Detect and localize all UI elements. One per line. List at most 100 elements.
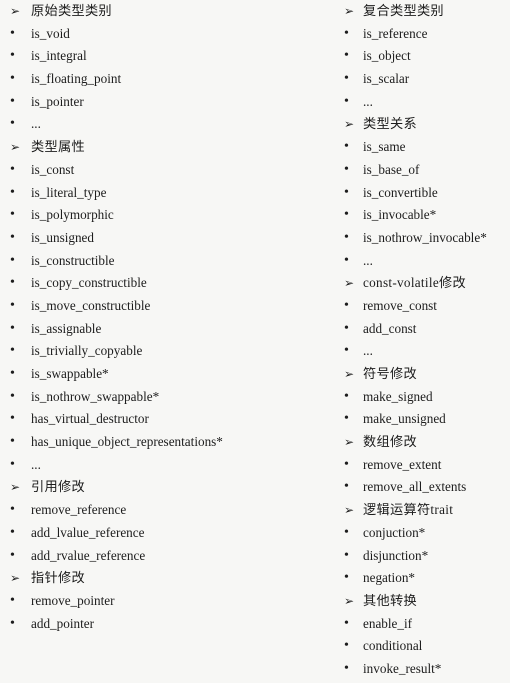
list-item-label: is_convertible bbox=[363, 184, 438, 200]
bullet-icon: • bbox=[10, 93, 15, 109]
section-heading-label: 指针修改 bbox=[31, 570, 85, 586]
bullet-icon: • bbox=[10, 184, 15, 200]
list-item-label: is_reference bbox=[363, 25, 428, 41]
bullet-icon: • bbox=[10, 411, 15, 427]
bullet-icon: • bbox=[344, 93, 349, 109]
list-item-label: remove_reference bbox=[31, 502, 127, 518]
list-item-label: is_object bbox=[363, 48, 411, 64]
list-item-disjunction: • disjunction* bbox=[344, 545, 506, 568]
bullet-icon: • bbox=[344, 71, 349, 87]
list-item-is-nothrow-swappable: • is_nothrow_swappable* bbox=[10, 386, 330, 409]
list-item-label: is_trivially_copyable bbox=[31, 343, 143, 359]
section-heading-label: 类型属性 bbox=[31, 139, 85, 155]
section-heading-label: 符号修改 bbox=[363, 366, 417, 381]
bullet-icon: • bbox=[344, 343, 349, 359]
list-item-is-nothrow-invocable: • is_nothrow_invocable* bbox=[344, 227, 506, 250]
arrow-icon: ➢ bbox=[10, 140, 21, 155]
bullet-icon: • bbox=[10, 366, 15, 381]
bullet-icon: • bbox=[344, 25, 349, 41]
list-item-label: conjuction* bbox=[363, 524, 426, 540]
bullet-icon: • bbox=[344, 660, 349, 676]
section-heading-label: 原始类型类别 bbox=[31, 3, 112, 18]
section-heading-label: 其他转换 bbox=[363, 592, 417, 608]
list-item-label: is_literal_type bbox=[31, 184, 107, 200]
bullet-icon: • bbox=[10, 161, 15, 177]
bullet-icon: • bbox=[344, 388, 349, 404]
section-heading: ➢ 符号修改 bbox=[344, 363, 506, 386]
list-item-is-invocable: • is_invocable* bbox=[344, 204, 506, 227]
list-item-item: •... bbox=[344, 340, 506, 363]
bullet-icon: • bbox=[10, 25, 15, 41]
list-item-label: is_swappable* bbox=[31, 366, 109, 381]
bullet-icon: • bbox=[344, 229, 349, 245]
list-item-label: is_constructible bbox=[31, 252, 115, 268]
list-item-label: conditional bbox=[363, 638, 423, 654]
arrow-icon: ➢ bbox=[344, 435, 355, 450]
list-item-label: is_base_of bbox=[363, 161, 420, 177]
list-item-label: disjunction* bbox=[363, 547, 429, 563]
list-item-is-reference: • is_reference bbox=[344, 23, 506, 46]
bullet-icon: • bbox=[344, 161, 349, 177]
section-heading: ➢ 类型属性 bbox=[10, 136, 330, 159]
list-item-is-copy-constructible: • is_copy_constructible bbox=[10, 272, 330, 295]
list-item-make-signed: • make_signed bbox=[344, 386, 506, 409]
list-item-is-base-of: • is_base_of bbox=[344, 159, 506, 182]
list-item-remove-pointer: • remove_pointer bbox=[10, 590, 330, 613]
section-heading: ➢ 其他转换 bbox=[344, 590, 506, 613]
section-heading: ➢ const-volatile修改 bbox=[344, 272, 506, 295]
list-item-label: enable_if bbox=[363, 615, 413, 631]
bullet-icon: • bbox=[10, 320, 15, 336]
section-heading: ➢ 原始类型类别 bbox=[10, 0, 330, 23]
bullet-icon: • bbox=[344, 456, 349, 472]
list-item-item: •... bbox=[344, 91, 506, 114]
list-item-is-unsigned: • is_unsigned bbox=[10, 227, 330, 250]
list-item-item: •... bbox=[344, 250, 506, 273]
right-column: ➢ 复合类型类别 • is_reference • is_object • is_scalar… bbox=[344, 0, 506, 681]
list-item-label: is_nothrow_invocable* bbox=[363, 229, 487, 245]
bullet-icon: • bbox=[344, 184, 349, 200]
bullet-icon: • bbox=[10, 547, 15, 563]
list-item-label: negation* bbox=[363, 570, 416, 586]
bullet-icon: • bbox=[344, 139, 349, 155]
list-item-label: is_scalar bbox=[363, 71, 410, 87]
list-item-label: is_floating_point bbox=[31, 71, 122, 87]
bullet-icon: • bbox=[10, 502, 15, 518]
type-traits-page: ➢ 原始类型类别 • is_void • is_integral • is_floating_… bbox=[0, 0, 510, 683]
list-item-label: add_lvalue_reference bbox=[31, 524, 145, 540]
arrow-icon: ➢ bbox=[10, 571, 21, 586]
section-heading-label: 引用修改 bbox=[31, 479, 85, 495]
section-heading-label: 逻辑运算符trait bbox=[363, 502, 454, 518]
list-item-label: is_same bbox=[363, 139, 406, 155]
bullet-icon: • bbox=[344, 547, 349, 563]
list-item-remove-all-extents: • remove_all_extents bbox=[344, 476, 506, 499]
section-heading-label: 数组修改 bbox=[363, 434, 417, 450]
bullet-icon: • bbox=[344, 615, 349, 631]
bullet-icon: • bbox=[10, 524, 15, 540]
list-item-is-trivially-copyable: • is_trivially_copyable bbox=[10, 340, 330, 363]
bullet-icon: • bbox=[10, 615, 15, 631]
bullet-icon: • bbox=[10, 229, 15, 245]
list-item-label: ... bbox=[363, 252, 373, 268]
list-item-label: remove_extent bbox=[363, 456, 442, 472]
list-item-label: is_move_constructible bbox=[31, 297, 151, 313]
list-item-label: is_polymorphic bbox=[31, 207, 114, 223]
bullet-icon: • bbox=[344, 570, 349, 586]
bullet-icon: • bbox=[10, 592, 15, 608]
bullet-icon: • bbox=[10, 48, 15, 64]
list-item-add-const: • add_const bbox=[344, 318, 506, 341]
list-item-has-unique-object-representations: • has_unique_object_representations* bbox=[10, 431, 330, 454]
list-item-label: is_unsigned bbox=[31, 229, 95, 245]
arrow-icon: ➢ bbox=[344, 503, 355, 518]
list-item-is-convertible: • is_convertible bbox=[344, 182, 506, 205]
section-heading: ➢ 复合类型类别 bbox=[344, 0, 506, 23]
bullet-icon: • bbox=[10, 275, 15, 291]
list-item-label: is_invocable* bbox=[363, 207, 437, 223]
list-item-label: is_integral bbox=[31, 48, 87, 64]
list-item-make-unsigned: • make_unsigned bbox=[344, 408, 506, 431]
arrow-icon: ➢ bbox=[344, 276, 355, 291]
list-item-is-polymorphic: • is_polymorphic bbox=[10, 204, 330, 227]
list-item-label: is_void bbox=[31, 25, 70, 41]
list-item-add-pointer: • add_pointer bbox=[10, 613, 330, 636]
list-item-enable-if: • enable_if bbox=[344, 613, 506, 636]
list-item-label: is_assignable bbox=[31, 320, 102, 336]
